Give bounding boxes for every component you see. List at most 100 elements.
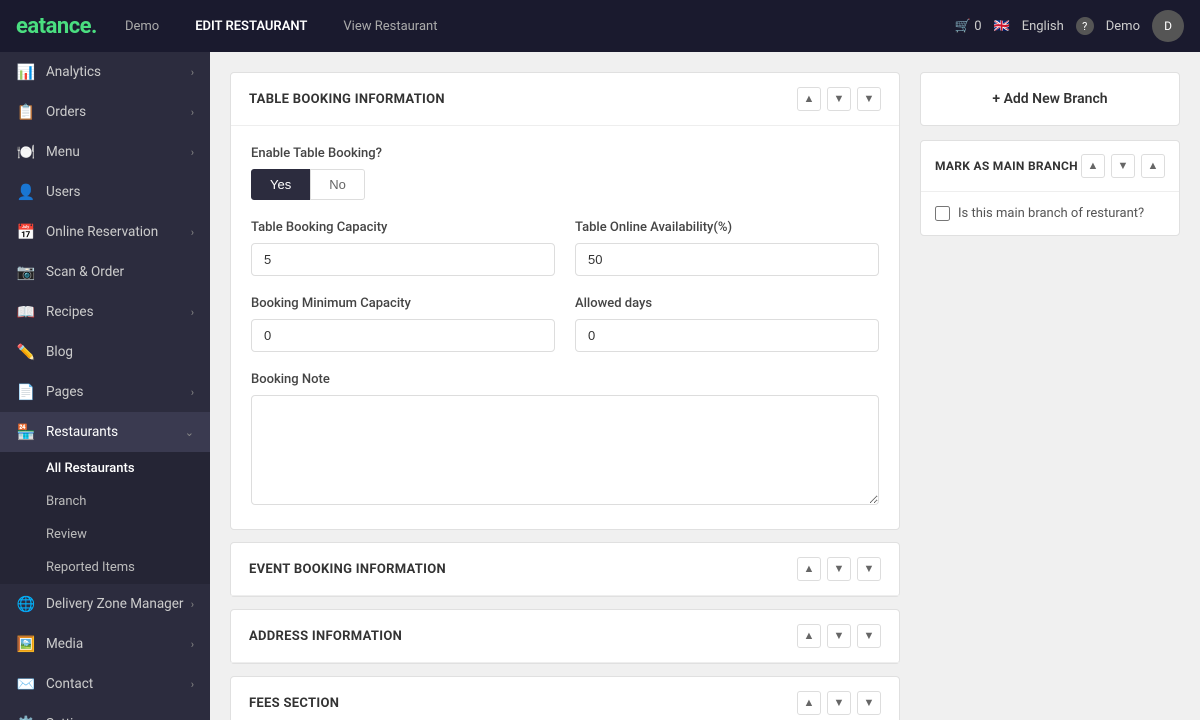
fees-header[interactable]: FEES SECTION ▲ ▼ ▼: [231, 677, 899, 720]
sidebar-item-users[interactable]: 👤 Users: [0, 172, 210, 212]
sidebar-item-delivery-zone[interactable]: 🌐 Delivery Zone Manager ›: [0, 584, 210, 624]
booking-capacity-group: Table Booking Capacity: [251, 220, 555, 276]
collapse-down-btn[interactable]: ▼: [827, 87, 851, 111]
cart-icon[interactable]: 🛒 0: [955, 19, 982, 34]
sidebar-item-pages[interactable]: 📄 Pages ›: [0, 372, 210, 412]
flag-icon: 🇬🇧: [994, 19, 1010, 34]
sidebar-item-blog[interactable]: ✏️ Blog: [0, 332, 210, 372]
main-wrapper: 📊 Analytics › 📋 Orders › 🍽️ Menu › 👤 Use…: [0, 52, 1200, 720]
nav-view-restaurant[interactable]: View Restaurant: [335, 15, 445, 38]
event-section-controls: ▲ ▼ ▼: [797, 557, 881, 581]
address-close-btn[interactable]: ▼: [857, 624, 881, 648]
booking-note-label: Booking Note: [251, 372, 879, 387]
availability-input[interactable]: [575, 243, 879, 276]
allowed-days-input[interactable]: [575, 319, 879, 352]
sidebar-subitem-review[interactable]: Review: [0, 518, 210, 551]
booking-note-group: Booking Note: [251, 372, 879, 509]
collapse-up-btn[interactable]: ▲: [797, 87, 821, 111]
scan-icon: 📷: [16, 263, 36, 281]
sidebar-label-settings: Settings: [46, 716, 95, 720]
sidebar-item-analytics[interactable]: 📊 Analytics ›: [0, 52, 210, 92]
sidebar-subitem-reported-items[interactable]: Reported Items: [0, 551, 210, 584]
fees-down-btn[interactable]: ▼: [827, 691, 851, 715]
fees-up-btn[interactable]: ▲: [797, 691, 821, 715]
sidebar-subitem-branch[interactable]: Branch: [0, 485, 210, 518]
help-icon[interactable]: ?: [1076, 17, 1094, 35]
address-header[interactable]: ADDRESS INFORMATION ▲ ▼ ▼: [231, 610, 899, 663]
main-branch-body: Is this main branch of resturant?: [921, 192, 1179, 235]
branch-up-btn[interactable]: ▲: [1081, 154, 1105, 178]
event-collapse-down-btn[interactable]: ▼: [827, 557, 851, 581]
event-booking-header[interactable]: EVENT BOOKING INFORMATION ▲ ▼ ▼: [231, 543, 899, 596]
sidebar-label-menu: Menu: [46, 144, 80, 160]
sidebar-label-delivery: Delivery Zone Manager: [46, 596, 183, 612]
address-section: ADDRESS INFORMATION ▲ ▼ ▼: [230, 609, 900, 664]
allowed-days-group: Allowed days: [575, 296, 879, 352]
yes-button[interactable]: Yes: [251, 169, 310, 200]
sidebar-label-blog: Blog: [46, 344, 73, 360]
fees-section-controls: ▲ ▼ ▼: [797, 691, 881, 715]
main-branch-checkbox[interactable]: [935, 206, 950, 221]
chevron-icon: ›: [191, 146, 194, 159]
branch-controls: ▲ ▼ ▲: [1081, 154, 1165, 178]
address-down-btn[interactable]: ▼: [827, 624, 851, 648]
table-booking-section: TABLE BOOKING INFORMATION ▲ ▼ ▼ Enable T…: [230, 72, 900, 530]
fees-close-btn[interactable]: ▼: [857, 691, 881, 715]
chevron-icon: ›: [191, 638, 194, 651]
top-navigation: eatance. Demo EDIT RESTAURANT View Resta…: [0, 0, 1200, 52]
chevron-icon: ›: [191, 306, 194, 319]
sidebar-item-settings[interactable]: ⚙️ Settings ›: [0, 704, 210, 720]
sidebar-item-menu[interactable]: 🍽️ Menu ›: [0, 132, 210, 172]
sidebar-item-restaurants[interactable]: 🏪 Restaurants ⌄: [0, 412, 210, 452]
sidebar-label-contact: Contact: [46, 676, 93, 692]
toggle-row: Yes No: [251, 169, 879, 200]
logo[interactable]: eatance.: [16, 14, 97, 39]
event-booking-section: EVENT BOOKING INFORMATION ▲ ▼ ▼: [230, 542, 900, 597]
main-branch-title: MARK AS MAIN BRANCH: [935, 159, 1078, 173]
sidebar-subitem-all-restaurants[interactable]: All Restaurants: [0, 452, 210, 485]
section-controls: ▲ ▼ ▼: [797, 87, 881, 111]
sidebar-label-scan: Scan & Order: [46, 264, 124, 280]
event-close-btn[interactable]: ▼: [857, 557, 881, 581]
booking-note-textarea[interactable]: [251, 395, 879, 505]
sidebar-item-contact[interactable]: ✉️ Contact ›: [0, 664, 210, 704]
orders-icon: 📋: [16, 103, 36, 121]
capacity-input[interactable]: [251, 243, 555, 276]
nav-demo[interactable]: Demo: [117, 15, 167, 38]
pages-icon: 📄: [16, 383, 36, 401]
nav-edit-restaurant[interactable]: EDIT RESTAURANT: [187, 15, 315, 38]
min-capacity-input[interactable]: [251, 319, 555, 352]
sidebar-label-restaurants: Restaurants: [46, 424, 118, 440]
allowed-days-label: Allowed days: [575, 296, 879, 311]
media-icon: 🖼️: [16, 635, 36, 653]
close-section-btn[interactable]: ▼: [857, 87, 881, 111]
sidebar-item-orders[interactable]: 📋 Orders ›: [0, 92, 210, 132]
sidebar-label-analytics: Analytics: [46, 64, 101, 80]
sidebar-item-media[interactable]: 🖼️ Media ›: [0, 624, 210, 664]
sidebar-item-online-reservation[interactable]: 📅 Online Reservation ›: [0, 212, 210, 252]
main-branch-header[interactable]: MARK AS MAIN BRANCH ▲ ▼ ▲: [921, 141, 1179, 192]
avatar[interactable]: D: [1152, 10, 1184, 42]
main-column: TABLE BOOKING INFORMATION ▲ ▼ ▼ Enable T…: [230, 72, 900, 700]
sidebar-item-recipes[interactable]: 📖 Recipes ›: [0, 292, 210, 332]
main-branch-checkbox-label[interactable]: Is this main branch of resturant?: [935, 206, 1165, 221]
branch-down-btn[interactable]: ▼: [1111, 154, 1135, 178]
analytics-icon: 📊: [16, 63, 36, 81]
table-booking-header[interactable]: TABLE BOOKING INFORMATION ▲ ▼ ▼: [231, 73, 899, 126]
fees-section: FEES SECTION ▲ ▼ ▼: [230, 676, 900, 720]
add-branch-button[interactable]: + Add New Branch: [920, 72, 1180, 126]
capacity-label: Table Booking Capacity: [251, 220, 555, 235]
blog-icon: ✏️: [16, 343, 36, 361]
chevron-icon: ›: [191, 226, 194, 239]
language-label[interactable]: English: [1022, 19, 1064, 34]
menu-icon: 🍽️: [16, 143, 36, 161]
fees-title: FEES SECTION: [249, 696, 339, 711]
event-collapse-up-btn[interactable]: ▲: [797, 557, 821, 581]
min-capacity-row: Booking Minimum Capacity Allowed days: [251, 296, 879, 352]
no-button[interactable]: No: [310, 169, 365, 200]
address-title: ADDRESS INFORMATION: [249, 629, 402, 644]
branch-close-btn[interactable]: ▲: [1141, 154, 1165, 178]
sidebar-item-scan-order[interactable]: 📷 Scan & Order: [0, 252, 210, 292]
user-name: Demo: [1106, 19, 1140, 34]
address-up-btn[interactable]: ▲: [797, 624, 821, 648]
